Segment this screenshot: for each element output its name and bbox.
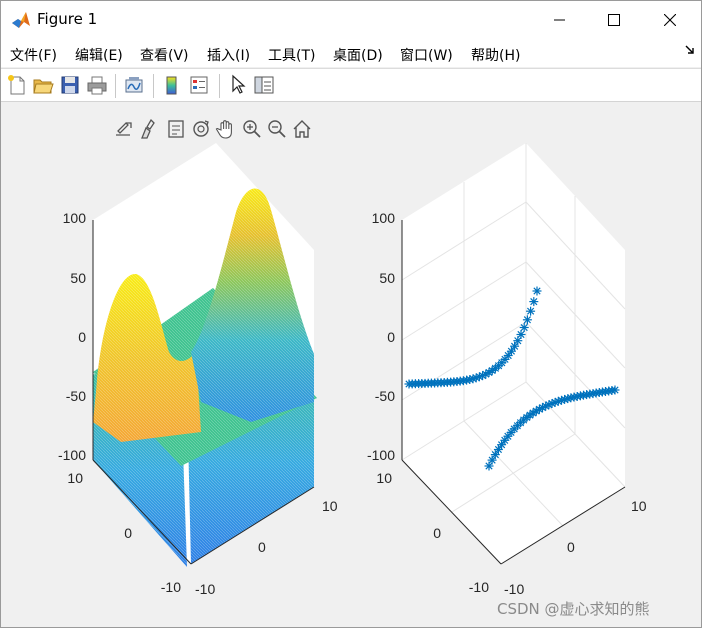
window-title: Figure 1 bbox=[37, 10, 98, 28]
scatter-x-tick: 10 bbox=[376, 470, 392, 486]
toolbar-separator bbox=[115, 74, 116, 98]
dock-arrow-icon[interactable] bbox=[685, 45, 695, 55]
surface-x-tick: -10 bbox=[161, 579, 181, 595]
scatter-point bbox=[529, 297, 539, 307]
open-file-icon[interactable] bbox=[32, 74, 54, 96]
scatter-x-tick: 0 bbox=[433, 525, 441, 541]
scatter-x-tick: -10 bbox=[469, 579, 489, 595]
menu-bar: 文件(F) 编辑(E) 查看(V) 插入(I) 工具(T) 桌面(D) 窗口(W… bbox=[1, 39, 701, 67]
scatter-point bbox=[522, 315, 532, 325]
surface-z-tick: 100 bbox=[63, 210, 87, 226]
insert-colorbar-icon[interactable] bbox=[161, 74, 183, 96]
scatter-y-tick: 0 bbox=[567, 539, 575, 555]
figure-toolbar bbox=[1, 68, 701, 102]
scatter-y-tick: -10 bbox=[504, 581, 524, 597]
surface-y-tick: 0 bbox=[258, 539, 266, 555]
minimize-button[interactable] bbox=[537, 1, 583, 39]
print-icon[interactable] bbox=[86, 74, 108, 96]
surface-z-tick: 50 bbox=[70, 270, 86, 286]
scatter-z-tick: -50 bbox=[375, 388, 395, 404]
insert-legend-icon[interactable] bbox=[188, 74, 210, 96]
scatter-point bbox=[526, 306, 536, 316]
menu-edit[interactable]: 编辑(E) bbox=[75, 45, 123, 65]
scatter-point bbox=[532, 286, 542, 296]
minimize-icon bbox=[554, 19, 565, 21]
close-button[interactable] bbox=[647, 1, 693, 39]
figure-window: Figure 1 文件(F) 编辑(E) 查看(V) 插入(I) 工具(T) 桌… bbox=[0, 0, 702, 628]
surface-axes[interactable]: 100 50 0 -50 -100 10 0 -10 -10 0 10 bbox=[58, 143, 338, 597]
scatter-z-tick: 50 bbox=[379, 270, 395, 286]
toolbar-separator bbox=[219, 74, 220, 98]
scatter-y-tick: 10 bbox=[631, 498, 647, 514]
property-inspector-icon[interactable] bbox=[253, 74, 275, 96]
scatter-point bbox=[610, 385, 620, 395]
link-plot-icon[interactable] bbox=[123, 74, 145, 96]
surface-z-tick: -50 bbox=[66, 388, 86, 404]
surface-x-tick: 0 bbox=[124, 525, 132, 541]
scatter-z-tick: 100 bbox=[372, 210, 396, 226]
menu-tools[interactable]: 工具(T) bbox=[268, 45, 315, 65]
scatter-z-tick: 0 bbox=[387, 329, 395, 345]
matlab-icon bbox=[12, 12, 30, 28]
maximize-button[interactable] bbox=[591, 1, 637, 39]
title-bar[interactable]: Figure 1 bbox=[1, 1, 701, 39]
menu-desktop[interactable]: 桌面(D) bbox=[333, 45, 383, 65]
save-icon[interactable] bbox=[59, 74, 81, 96]
surface-z-tick: -100 bbox=[58, 447, 86, 463]
figure-canvas[interactable]: 100 50 0 -50 -100 10 0 -10 -10 0 10 100 … bbox=[1, 102, 701, 627]
maximize-icon bbox=[608, 14, 620, 26]
close-icon bbox=[664, 14, 676, 26]
scatter-point bbox=[519, 323, 529, 332]
toolbar-separator bbox=[153, 74, 154, 98]
new-figure-icon[interactable] bbox=[6, 74, 28, 96]
scatter-axes[interactable]: 100 50 0 -50 -100 10 0 -10 -10 0 10 bbox=[367, 143, 647, 597]
surface-z-tick: 0 bbox=[78, 329, 86, 345]
surface-y-tick: 10 bbox=[322, 498, 338, 514]
menu-window[interactable]: 窗口(W) bbox=[400, 45, 453, 65]
menu-help[interactable]: 帮助(H) bbox=[471, 45, 520, 65]
plots-svg: 100 50 0 -50 -100 10 0 -10 -10 0 10 100 … bbox=[58, 143, 647, 597]
watermark: CSDN @虚心求知的熊 bbox=[497, 600, 650, 618]
menu-insert[interactable]: 插入(I) bbox=[207, 45, 250, 65]
menu-view[interactable]: 查看(V) bbox=[140, 45, 189, 65]
surface-y-tick: -10 bbox=[195, 581, 215, 597]
surface-x-tick: 10 bbox=[67, 470, 83, 486]
scatter-z-tick: -100 bbox=[367, 447, 395, 463]
menu-file[interactable]: 文件(F) bbox=[10, 45, 57, 65]
edit-plot-icon[interactable] bbox=[227, 74, 249, 96]
